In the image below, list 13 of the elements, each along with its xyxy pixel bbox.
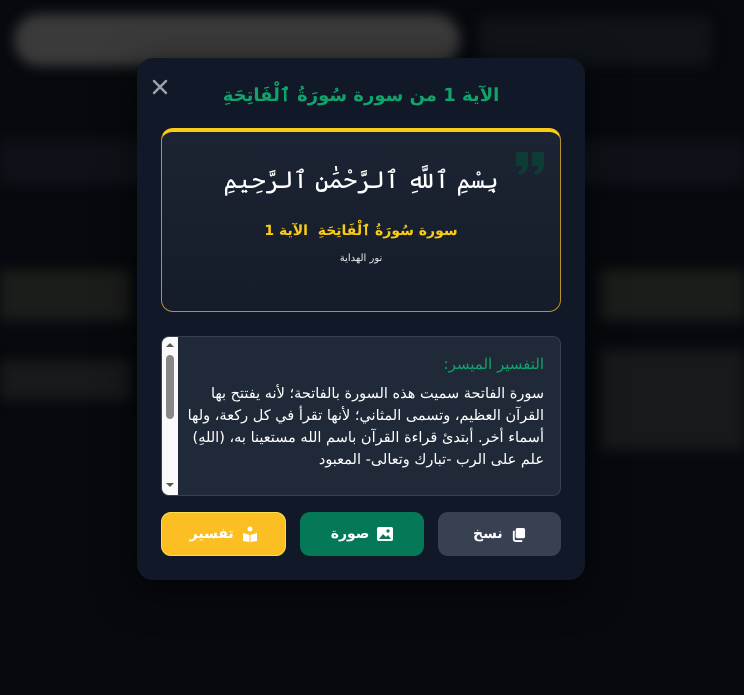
copy-icon xyxy=(510,526,526,542)
verse-reference: سورة سُورَةُ ٱلْفَاتِحَةِ الآية 1 xyxy=(264,222,458,239)
tafsir-text: سورة الفاتحة سميت هذه السورة بالفاتحة؛ لأنه يفتتح بها القرآن العظيم، وتسمى المثاني؛ لأنها تقرأ في كل ركعة، ولها أسماء أخر. أبتدئ قراءة القرآن باسم الله مستعينا به، (اللهِ) علم على الرب -تبارك وتعالى- المعبود xyxy=(186,383,544,470)
image-icon xyxy=(377,527,394,541)
close-button[interactable] xyxy=(151,78,169,96)
image-button[interactable]: صورة xyxy=(300,512,424,556)
tafsir-heading: التفسير الميسر: xyxy=(442,355,544,373)
source-label: نور الهداية xyxy=(340,253,382,264)
quote-icon xyxy=(514,152,546,176)
verse-text: بِسْمِ ٱللَّهِ ٱلرَّحْمَٰنِ ٱلرَّحِيمِ xyxy=(224,166,498,194)
reader-icon xyxy=(242,526,258,542)
copy-button[interactable]: نسخ xyxy=(438,512,561,556)
scrollbar[interactable] xyxy=(162,337,178,495)
